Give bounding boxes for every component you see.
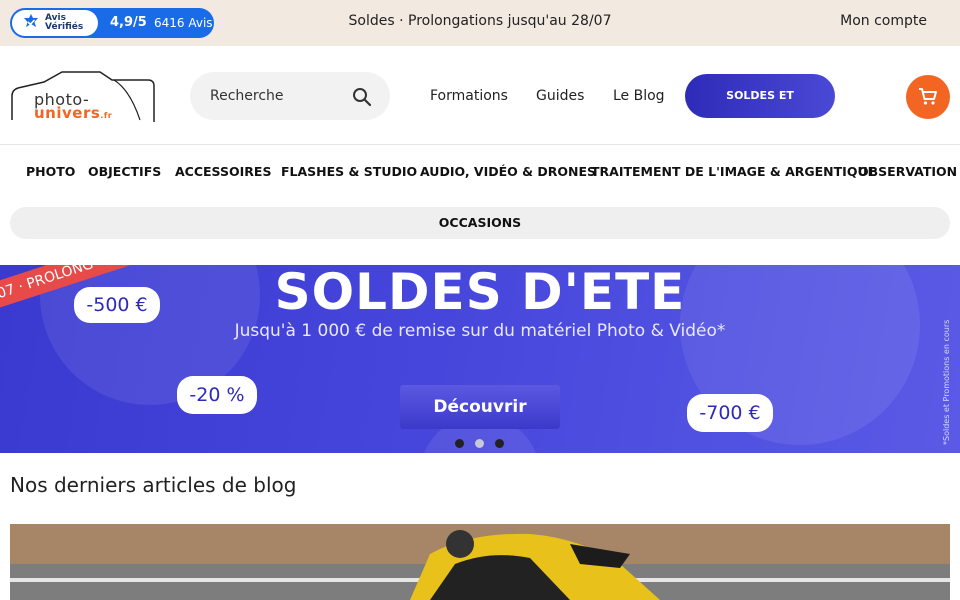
search-bar: [190, 72, 390, 120]
category-accessoires[interactable]: ACCESSOIRES: [175, 164, 271, 179]
discount-badge: -20 %: [177, 376, 257, 414]
category-flashes-studio[interactable]: FLASHES & STUDIO: [281, 164, 417, 179]
discount-badge: -500 €: [74, 287, 160, 323]
search-input[interactable]: [210, 86, 350, 106]
carousel-dot-2[interactable]: [475, 439, 484, 448]
category-objectifs[interactable]: OBJECTIFS: [88, 164, 161, 179]
banner-subtitle: Jusqu'à 1 000 € de remise sur du matérie…: [234, 321, 726, 341]
logo-word-univers: univers.fr: [34, 104, 112, 122]
nav-formations[interactable]: Formations: [430, 88, 508, 104]
header-divider: [0, 144, 960, 145]
nav-blog[interactable]: Le Blog: [613, 88, 665, 104]
nav-guides[interactable]: Guides: [536, 88, 584, 104]
logo-univers-text: univers: [34, 104, 101, 122]
discount-badge: -700 €: [687, 394, 773, 432]
cart-button[interactable]: [906, 75, 950, 119]
carousel-dots: [455, 433, 515, 452]
category-photo[interactable]: PHOTO: [26, 164, 75, 179]
category-audio-video-drones[interactable]: AUDIO, VIDÉO & DRONES: [420, 164, 596, 179]
site-logo[interactable]: photo- univers.fr: [10, 70, 156, 124]
discover-button[interactable]: Découvrir: [400, 385, 560, 429]
category-occasions[interactable]: OCCASIONS: [10, 207, 950, 239]
soldes-promotions-button[interactable]: SOLDES ET PROMOTIONS: [685, 74, 835, 146]
my-account-link[interactable]: Mon compte: [840, 13, 927, 29]
motorcycle-image: [10, 524, 950, 600]
search-icon[interactable]: [352, 87, 372, 107]
promo-announcement[interactable]: Soldes · Prolongations jusqu'au 28/07: [0, 13, 960, 29]
cart-icon: [919, 88, 937, 105]
promo-banner[interactable]: /07 · PROLONG SOLDES D'ETE Jusqu'à 1 000…: [0, 265, 960, 453]
blog-article-image[interactable]: [10, 524, 950, 600]
logo-tld: .fr: [100, 111, 113, 120]
carousel-dot-3[interactable]: [495, 439, 504, 448]
announcement-bar: Avis Vérifiés 4,9/5 6416 Avis Soldes · P…: [0, 0, 960, 46]
banner-footnote: *Soldes et Promotions en cours: [942, 319, 951, 445]
category-traitement-image[interactable]: TRAITEMENT DE L'IMAGE & ARGENTIQUE: [591, 164, 876, 179]
category-observation[interactable]: OBSERVATION: [858, 164, 957, 179]
carousel-dot-1[interactable]: [455, 439, 464, 448]
blog-section-title: Nos derniers articles de blog: [10, 473, 297, 497]
